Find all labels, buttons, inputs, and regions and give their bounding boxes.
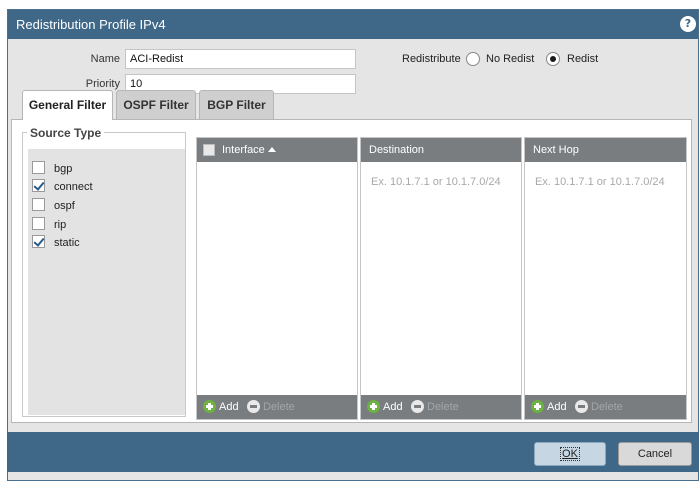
ospf-checkbox[interactable] [32, 198, 45, 211]
select-all-checkbox[interactable] [203, 144, 215, 156]
source-type-label: connect [54, 181, 93, 193]
list-item[interactable]: static [28, 235, 168, 253]
next-hop-add-button[interactable]: Add [547, 401, 567, 413]
next-hop-column-header[interactable]: Next Hop [533, 144, 579, 156]
next-hop-grid-header: Next Hop [525, 138, 686, 162]
redistribute-label: Redistribute [402, 53, 461, 65]
next-hop-delete-button: Delete [591, 401, 623, 413]
bgp-checkbox[interactable] [32, 161, 45, 174]
destination-add-button[interactable]: Add [383, 401, 403, 413]
no-redist-label[interactable]: No Redist [486, 53, 534, 65]
add-icon[interactable] [367, 400, 380, 413]
rip-checkbox[interactable] [32, 217, 45, 230]
source-type-list: bgp connect ospf rip static [28, 149, 185, 415]
source-type-label: bgp [54, 163, 73, 175]
destination-delete-button: Delete [427, 401, 459, 413]
next-hop-placeholder[interactable]: Ex. 10.1.7.1 or 10.1.7.0/24 [535, 176, 665, 188]
destination-grid: Destination Ex. 10.1.7.1 or 10.1.7.0/24 … [360, 137, 522, 420]
interface-grid: Interface Add Delete [196, 137, 358, 420]
delete-icon [411, 400, 424, 413]
interface-header-label: Interface [222, 144, 265, 156]
source-type-legend: Source Type [27, 126, 105, 140]
next-hop-grid-footer: Add Delete [525, 395, 686, 419]
interface-add-button[interactable]: Add [219, 401, 239, 413]
cancel-button[interactable]: Cancel [618, 442, 692, 466]
interface-delete-button: Delete [263, 401, 295, 413]
ok-button[interactable]: OK [534, 442, 606, 466]
connect-checkbox[interactable] [32, 179, 45, 192]
name-input[interactable]: ACI-Redist [125, 49, 356, 69]
add-icon[interactable] [203, 400, 216, 413]
priority-label: Priority [85, 78, 120, 90]
next-hop-grid: Next Hop Ex. 10.1.7.1 or 10.1.7.0/24 Add… [524, 137, 687, 420]
static-checkbox[interactable] [32, 235, 45, 248]
source-type-label: rip [54, 219, 67, 231]
destination-grid-footer: Add Delete [361, 395, 521, 419]
destination-grid-header: Destination [361, 138, 521, 162]
list-item[interactable]: connect [28, 179, 168, 197]
dialog-title: Redistribution Profile IPv4 [16, 17, 166, 32]
no-redist-radio[interactable] [466, 52, 480, 66]
interface-column-header[interactable]: Interface [222, 144, 276, 156]
dialog-titlebar[interactable]: Redistribution Profile IPv4 ? [8, 10, 698, 39]
name-label: Name [90, 53, 120, 65]
redist-label[interactable]: Redist [567, 53, 598, 65]
destination-placeholder[interactable]: Ex. 10.1.7.1 or 10.1.7.0/24 [371, 176, 501, 188]
tab-general-filter[interactable]: General Filter [22, 90, 113, 120]
interface-grid-header: Interface [197, 138, 357, 162]
list-item[interactable]: bgp [28, 161, 168, 179]
source-type-label: static [54, 237, 80, 249]
interface-grid-footer: Add Delete [197, 395, 357, 419]
redist-radio[interactable] [546, 52, 560, 66]
sort-ascending-icon [267, 147, 276, 152]
delete-icon [575, 400, 588, 413]
tab-bgp-filter[interactable]: BGP Filter [199, 90, 274, 119]
add-icon[interactable] [531, 400, 544, 413]
tab-ospf-filter[interactable]: OSPF Filter [116, 90, 196, 119]
list-item[interactable]: ospf [28, 198, 168, 216]
list-item[interactable]: rip [28, 217, 168, 235]
help-icon[interactable]: ? [680, 16, 696, 32]
delete-icon [247, 400, 260, 413]
destination-column-header[interactable]: Destination [369, 144, 424, 156]
ok-label: OK [560, 447, 580, 461]
source-type-label: ospf [54, 200, 75, 212]
